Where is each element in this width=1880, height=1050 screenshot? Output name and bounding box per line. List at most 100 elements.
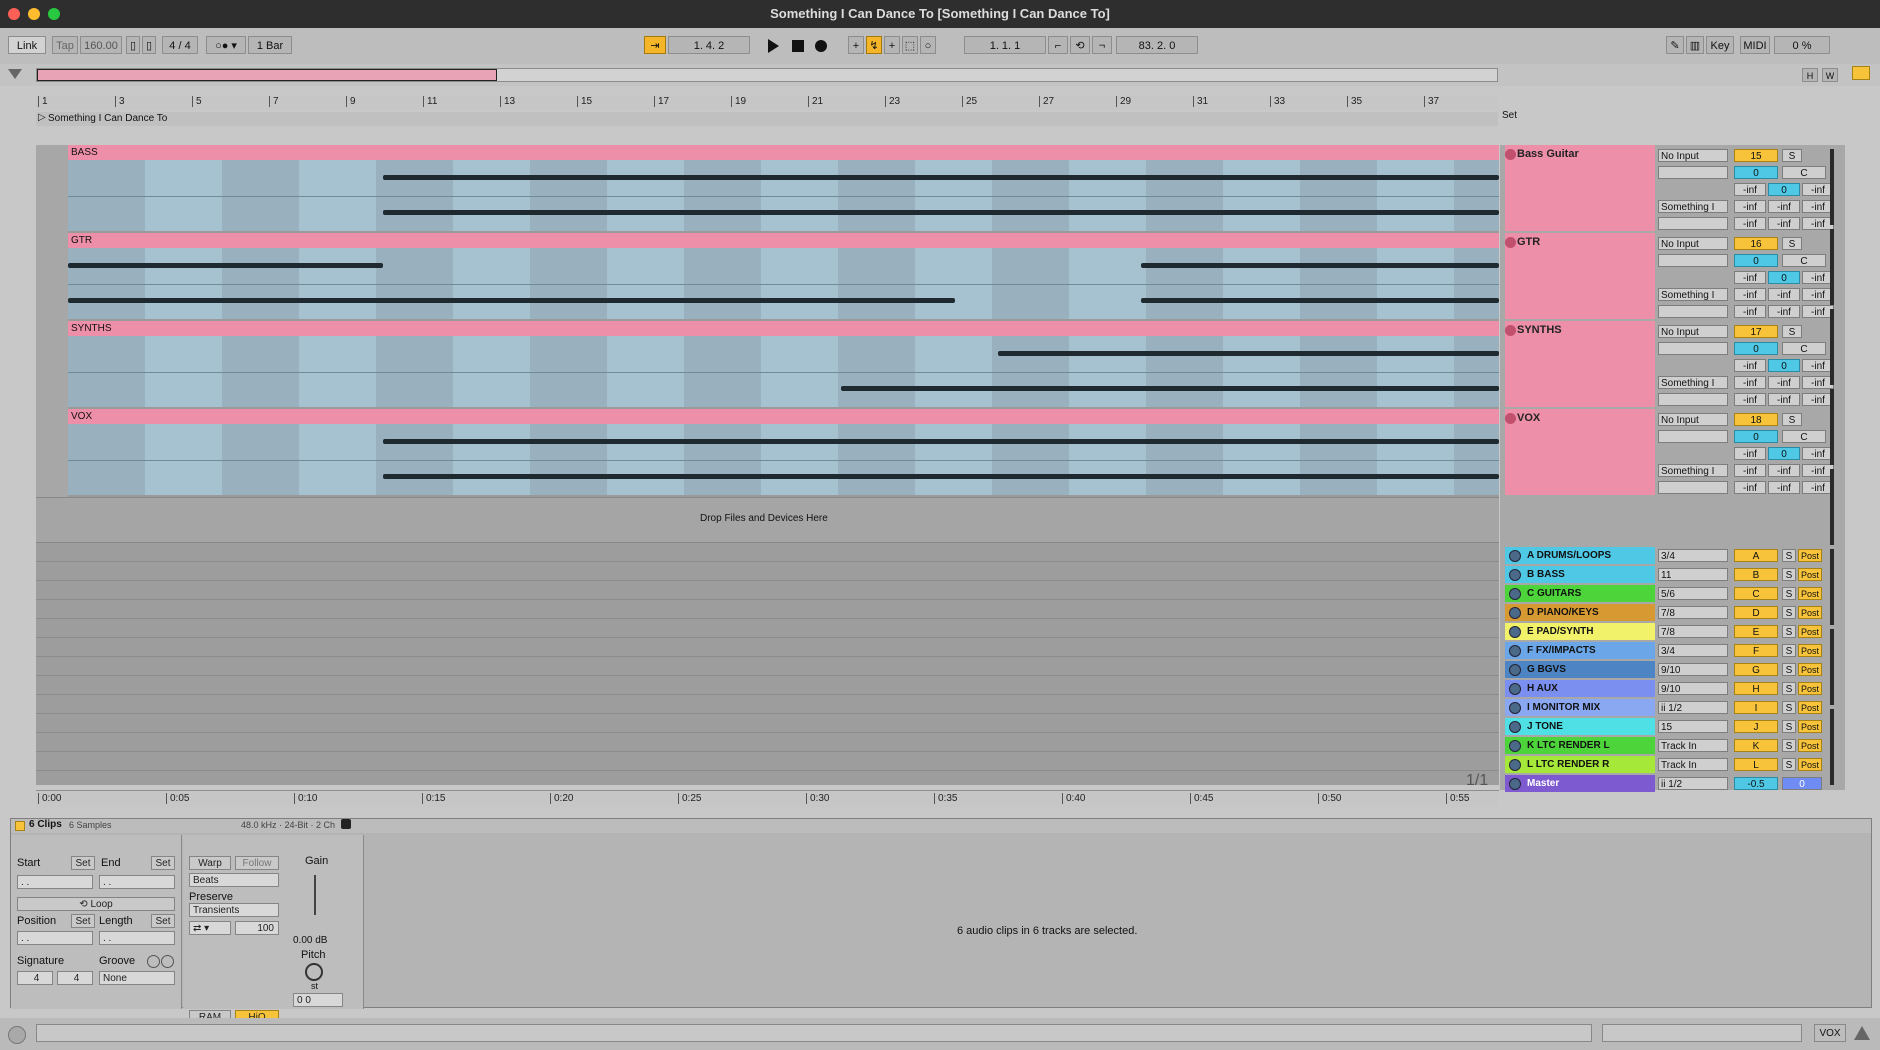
return-lane[interactable]: [36, 638, 1499, 657]
return-track[interactable]: D PIANO/KEYS: [1505, 604, 1655, 621]
tempo-field[interactable]: 160.00: [80, 36, 122, 54]
input-channel-menu[interactable]: [1658, 430, 1728, 443]
return-activator[interactable]: A: [1734, 549, 1778, 562]
return-lane[interactable]: [36, 543, 1499, 562]
return-track[interactable]: L LTC RENDER R: [1505, 756, 1655, 773]
set-label[interactable]: Set: [1502, 110, 1542, 122]
post-button[interactable]: Post: [1798, 682, 1822, 695]
fold-icon[interactable]: [1505, 325, 1516, 336]
length-set-button[interactable]: Set: [151, 914, 175, 928]
input-type-menu[interactable]: No Input: [1658, 149, 1728, 162]
track-gutter[interactable]: [36, 321, 68, 410]
output-channel-menu[interactable]: [1658, 305, 1728, 318]
loop-length-field[interactable]: 83. 2. 0: [1116, 36, 1198, 54]
nudge-up-icon[interactable]: ▯: [142, 36, 156, 54]
follow-button[interactable]: Follow: [235, 856, 279, 870]
post-button[interactable]: Post: [1798, 549, 1822, 562]
mixer-track[interactable]: VOX: [1505, 409, 1655, 495]
return-routing-menu[interactable]: 7/8: [1658, 606, 1728, 619]
return-lane[interactable]: [36, 676, 1499, 695]
return-track[interactable]: J TONE: [1505, 718, 1655, 735]
beat-time-ruler[interactable]: 1 3 5 7 9 11 13 15 17 19 21 23 25 27 29 31 33 35 37: [36, 96, 1498, 110]
quantize-menu[interactable]: 1 Bar: [248, 36, 292, 54]
input-type-menu[interactable]: No Input: [1658, 325, 1728, 338]
end-set-button[interactable]: Set: [151, 856, 175, 870]
pitch-semitones[interactable]: 0: [297, 995, 303, 1006]
overview-strip[interactable]: [36, 68, 1498, 82]
preserve-mode-menu[interactable]: Transients: [189, 903, 279, 917]
input-channel-menu[interactable]: [1658, 254, 1728, 267]
input-channel-menu[interactable]: [1658, 342, 1728, 355]
groove-menu[interactable]: None: [99, 971, 175, 985]
follow-icon[interactable]: ⇥: [644, 36, 666, 54]
return-solo-button[interactable]: S: [1782, 549, 1796, 562]
mixer-track[interactable]: Bass Guitar: [1505, 145, 1655, 231]
return-activator[interactable]: F: [1734, 644, 1778, 657]
browser-toggle-icon[interactable]: [1852, 66, 1870, 80]
midi-map-button[interactable]: MIDI: [1740, 36, 1770, 54]
return-track[interactable]: I MONITOR MIX: [1505, 699, 1655, 716]
play-icon[interactable]: [768, 39, 779, 53]
post-button[interactable]: Post: [1798, 663, 1822, 676]
return-lane[interactable]: [36, 714, 1499, 733]
master-track[interactable]: Master: [1505, 775, 1655, 792]
overdub-icon[interactable]: +: [848, 36, 864, 54]
key-map-button[interactable]: Key: [1706, 36, 1734, 54]
locator-icon[interactable]: ▷: [38, 112, 46, 123]
return-routing-menu[interactable]: 7/8: [1658, 625, 1728, 638]
record-icon[interactable]: [815, 40, 827, 52]
drop-area[interactable]: Drop Files and Devices Here: [36, 497, 1499, 543]
cue-button[interactable]: C: [1782, 166, 1826, 179]
punch-in-icon[interactable]: ⌐: [1048, 36, 1068, 54]
song-position-field[interactable]: 1. 4. 2: [668, 36, 750, 54]
warp-button[interactable]: Warp: [189, 856, 231, 870]
pan-field[interactable]: 0: [1734, 254, 1778, 267]
return-routing-menu[interactable]: ii 1/2: [1658, 701, 1728, 714]
length-field[interactable]: . .: [99, 931, 175, 945]
track-fold-icon[interactable]: [1509, 550, 1521, 562]
w-button[interactable]: W: [1822, 68, 1838, 82]
output-type-menu[interactable]: Something I: [1658, 200, 1728, 213]
return-routing-menu[interactable]: Track In: [1658, 758, 1728, 771]
return-routing-menu[interactable]: 9/10: [1658, 663, 1728, 676]
track-fold-icon[interactable]: [1509, 702, 1521, 714]
selected-track-label[interactable]: VOX: [1814, 1024, 1846, 1042]
track-activator[interactable]: 18: [1734, 413, 1778, 426]
return-activator[interactable]: I: [1734, 701, 1778, 714]
mixer-track[interactable]: GTR: [1505, 233, 1655, 319]
return-solo-button[interactable]: S: [1782, 682, 1796, 695]
return-activator[interactable]: K: [1734, 739, 1778, 752]
track-fold-icon[interactable]: [1509, 645, 1521, 657]
clip-color-icon[interactable]: [15, 821, 25, 831]
post-button[interactable]: Post: [1798, 606, 1822, 619]
output-channel-menu[interactable]: [1658, 393, 1728, 406]
return-solo-button[interactable]: S: [1782, 720, 1796, 733]
return-lane[interactable]: [36, 752, 1499, 771]
envelope-field[interactable]: 100: [235, 921, 279, 935]
input-type-menu[interactable]: No Input: [1658, 237, 1728, 250]
track-fold-icon[interactable]: [1509, 721, 1521, 733]
track-fold-icon[interactable]: [1509, 569, 1521, 581]
input-type-menu[interactable]: No Input: [1658, 413, 1728, 426]
solo-button[interactable]: S: [1782, 237, 1802, 250]
link-button[interactable]: Link: [8, 36, 46, 54]
return-solo-button[interactable]: S: [1782, 739, 1796, 752]
audio-clip[interactable]: [68, 160, 1499, 231]
return-track[interactable]: E PAD/SYNTH: [1505, 623, 1655, 640]
overview-toggle-icon[interactable]: [8, 69, 22, 79]
master-pan[interactable]: 0: [1782, 777, 1822, 790]
send-value[interactable]: 0: [1768, 359, 1800, 372]
return-track[interactable]: H AUX: [1505, 680, 1655, 697]
return-routing-menu[interactable]: 15: [1658, 720, 1728, 733]
stop-icon[interactable]: [792, 40, 804, 52]
return-activator[interactable]: G: [1734, 663, 1778, 676]
send-value[interactable]: 0: [1768, 271, 1800, 284]
post-button[interactable]: Post: [1798, 758, 1822, 771]
pitch-knob[interactable]: [305, 963, 323, 981]
return-solo-button[interactable]: S: [1782, 701, 1796, 714]
return-routing-menu[interactable]: Track In: [1658, 739, 1728, 752]
track-fold-icon[interactable]: [1509, 683, 1521, 695]
master-volume[interactable]: -0.5: [1734, 777, 1778, 790]
track-fold-icon[interactable]: [1509, 588, 1521, 600]
post-button[interactable]: Post: [1798, 587, 1822, 600]
